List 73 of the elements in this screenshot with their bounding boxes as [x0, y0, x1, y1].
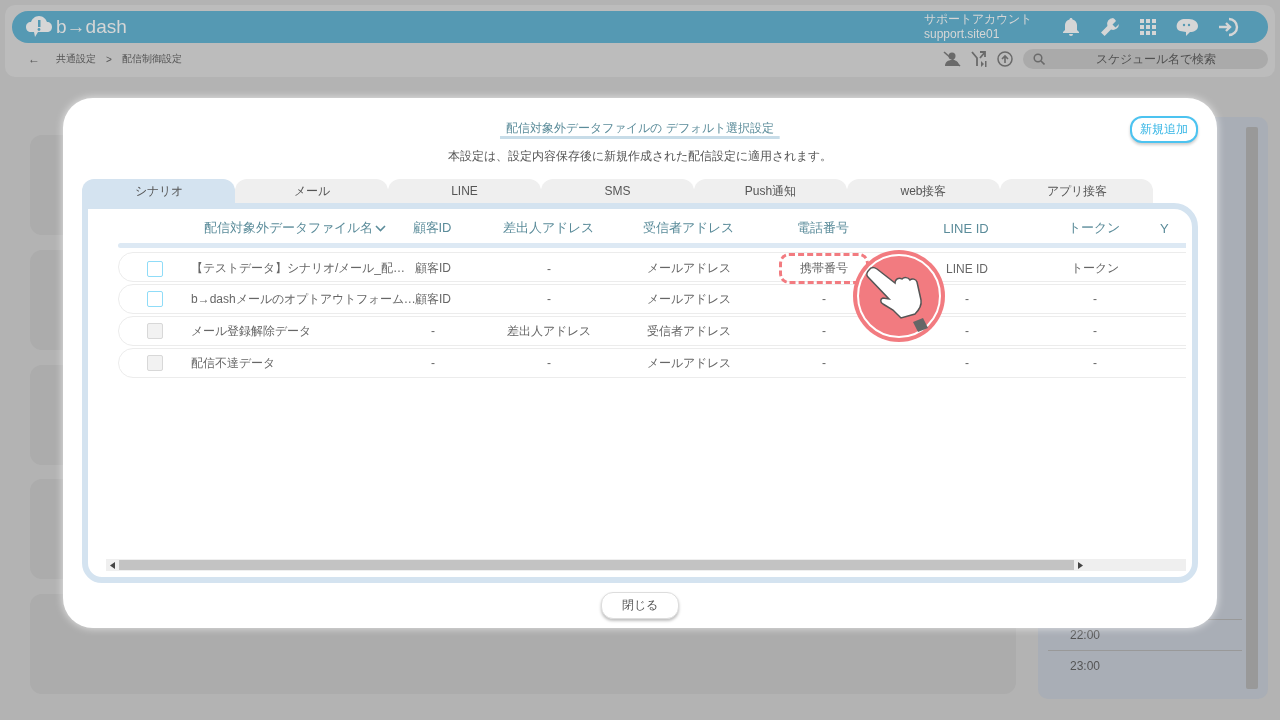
account-name: サポートアカウント — [924, 12, 1032, 27]
column-header[interactable]: LINE ID — [902, 220, 1030, 236]
tab[interactable]: SMS — [541, 179, 694, 203]
pointer-hand-icon — [851, 248, 947, 344]
checkbox[interactable] — [147, 260, 163, 277]
tab[interactable]: シナリオ — [82, 179, 235, 203]
logo-text: b→dash — [56, 16, 127, 38]
logout-icon[interactable] — [1218, 17, 1240, 37]
scroll-left-icon[interactable] — [110, 561, 115, 569]
table-cell-text: - — [1093, 355, 1097, 372]
tab[interactable]: web接客 — [847, 179, 1000, 203]
time-label: 23:00 — [1070, 659, 1101, 673]
scroll-right-icon[interactable] — [1078, 561, 1083, 569]
sort-chevron-icon[interactable] — [375, 224, 386, 232]
column-header[interactable]: 配信対象外データファイル名 — [190, 219, 400, 237]
tab[interactable]: アプリ接客 — [1000, 179, 1153, 203]
split-arrows-icon[interactable] — [971, 51, 987, 67]
checkbox[interactable] — [147, 291, 163, 307]
breadcrumb-link[interactable]: 共通設定 — [56, 52, 96, 66]
table-cell-text: - — [1093, 323, 1097, 340]
table-cell-text: - — [965, 323, 969, 340]
breadcrumb-current: 配信制御設定 — [121, 52, 182, 66]
table-cell-text: - — [547, 355, 551, 372]
table-cell-text: 顧客ID — [415, 260, 451, 277]
tab[interactable]: Push通知 — [694, 179, 847, 203]
back-button[interactable]: ← — [28, 52, 40, 66]
dialog-title: 配信対象外データファイルの デフォルト選択設定 — [500, 119, 780, 139]
table-cell-text: メールアドレス — [647, 260, 731, 277]
person-off-icon[interactable] — [943, 51, 961, 67]
column-header[interactable]: 電話番号 — [744, 219, 902, 237]
breadcrumb-separator: > — [106, 53, 112, 65]
column-header[interactable]: トークン — [1030, 219, 1158, 237]
table-cell-text: - — [965, 355, 969, 372]
column-header[interactable]: Y — [1158, 220, 1186, 236]
table-cell-text: 配信不達データ — [191, 354, 275, 372]
table-cell-text: 【テストデータ】シナリオ/メール_配… — [191, 260, 405, 277]
column-header[interactable]: 受信者アドレス — [632, 219, 744, 237]
table-cell-text: 顧客ID — [415, 290, 451, 308]
search-field[interactable]: スケジュール名で検索 — [1023, 49, 1268, 69]
chat-bubble-icon[interactable] — [1176, 17, 1198, 37]
bell-icon[interactable] — [1062, 17, 1080, 37]
table-cell-text: 受信者アドレス — [647, 322, 731, 340]
time-label: 22:00 — [1070, 628, 1101, 642]
table-cell-text: - — [1093, 291, 1097, 308]
table-cell-text: メールアドレス — [647, 354, 731, 372]
logo-cloud-icon — [26, 16, 52, 38]
search-icon — [1033, 53, 1045, 65]
table-cell-text: 差出人アドレス — [507, 322, 591, 340]
tab[interactable]: LINE — [388, 179, 541, 203]
table-cell-text: - — [822, 355, 826, 372]
table-cell-text: b→dashメールのオプトアウトフォーム… — [191, 290, 416, 308]
apps-grid-icon[interactable] — [1140, 19, 1156, 35]
upload-icon[interactable] — [997, 51, 1013, 67]
table-cell-text: - — [431, 355, 435, 372]
table-cell-text: メールアドレス — [647, 290, 731, 308]
wrench-icon[interactable] — [1100, 17, 1120, 37]
table-cell-text: メール登録解除データ — [191, 322, 311, 340]
account-id: support.site01 — [924, 27, 1001, 42]
table-cell-text: - — [822, 323, 826, 340]
table-cell-text: - — [431, 323, 435, 340]
close-button[interactable]: 閉じる — [601, 592, 679, 619]
table-cell-text: - — [822, 291, 826, 308]
horizontal-scrollbar[interactable] — [106, 559, 1186, 571]
dialog-subtitle: 本設定は、設定内容保存後に新規作成された配信設定に適用されます。 — [447, 148, 833, 165]
table-cell-text: - — [547, 291, 551, 308]
tab[interactable]: メール — [235, 179, 388, 203]
table-cell-text: トークン — [1071, 260, 1119, 277]
table-cell-text: - — [965, 291, 969, 308]
scrollbar[interactable] — [1246, 127, 1258, 689]
table-cell-text: - — [547, 260, 551, 278]
column-header[interactable]: 顧客ID — [400, 219, 464, 237]
column-header[interactable]: 差出人アドレス — [464, 219, 632, 237]
table-cell-text: LINE ID — [946, 260, 988, 278]
